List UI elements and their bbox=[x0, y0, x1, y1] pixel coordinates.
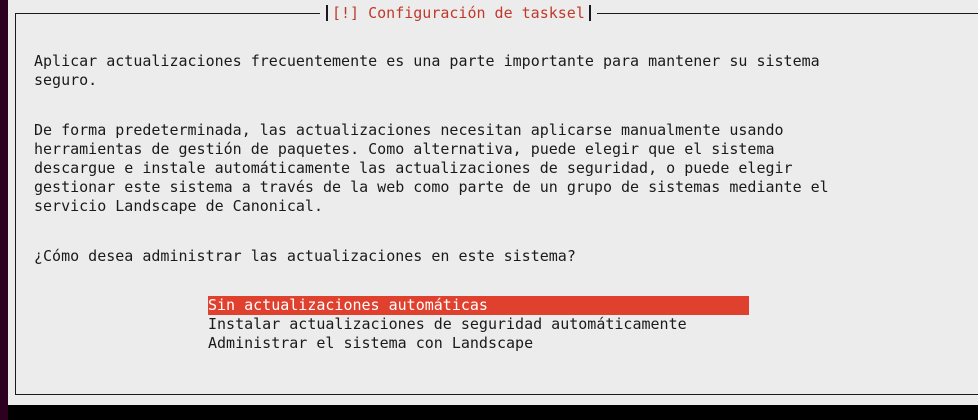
body-text-line: descargue e instale automáticamente las … bbox=[34, 159, 793, 177]
body-text-line: De forma predeterminada, las actualizaci… bbox=[34, 121, 784, 139]
title-right-edge bbox=[588, 5, 591, 21]
dialog-title: [!] Configuración de tasksel bbox=[332, 4, 585, 22]
dialog-title-box: [!] Configuración de tasksel bbox=[320, 4, 597, 22]
terminal-bottom-bar bbox=[8, 405, 978, 420]
tasksel-dialog: [!] Configuración de tasksel Aplicar act… bbox=[8, 0, 978, 405]
title-left-edge bbox=[326, 5, 328, 21]
option-install-security-updates[interactable]: Instalar actualizaciones de seguridad au… bbox=[208, 315, 749, 334]
body-text-line: servicio Landscape de Canonical. bbox=[34, 197, 323, 215]
body-text-line: seguro. bbox=[34, 71, 98, 89]
option-no-automatic-updates[interactable]: Sin actualizaciones automáticas bbox=[208, 296, 749, 315]
option-manage-with-landscape[interactable]: Administrar el sistema con Landscape bbox=[208, 334, 749, 353]
body-text-line: gestionar este sistema a través de la we… bbox=[34, 178, 829, 196]
question-text: ¿Cómo desea administrar las actualizacio… bbox=[34, 247, 576, 265]
body-text-line: herramientas de gestión de paquetes. Com… bbox=[34, 140, 775, 158]
body-text-line: Aplicar actualizaciones frecuentemente e… bbox=[34, 52, 820, 70]
